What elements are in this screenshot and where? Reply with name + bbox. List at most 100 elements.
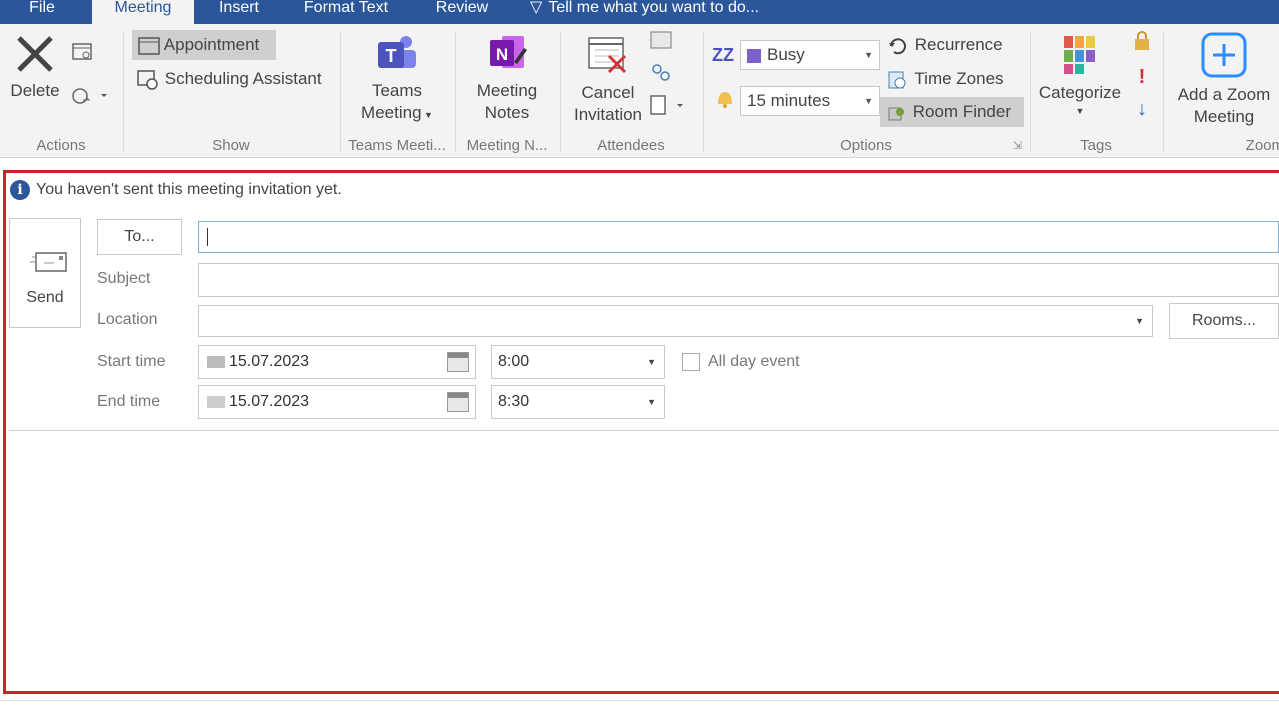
exclamation-icon: ! [1138, 66, 1146, 88]
scheduling-assistant-button[interactable]: Scheduling Assistant [132, 64, 336, 94]
tab-meeting[interactable]: Meeting [92, 0, 194, 24]
show-as-dropdown[interactable]: Busy ▼ [740, 40, 880, 70]
teams-glyph: T [386, 46, 397, 66]
room-finder-icon [888, 107, 904, 121]
group-meeting-notes: N Meeting Notes Meeting N... [456, 24, 558, 158]
check-names-icon [650, 95, 683, 115]
teams-line1: Teams [371, 81, 423, 100]
info-bar: i You haven't sent this meeting invitatio… [10, 178, 342, 202]
location-field[interactable]: ▼ [198, 305, 1153, 337]
scheduling-assistant-icon [137, 69, 158, 90]
room-finder-label: Room Finder [912, 102, 1011, 121]
tab-file[interactable]: File [14, 0, 70, 24]
tell-me-text: Tell me what you want to do... [548, 0, 760, 16]
start-date-field[interactable]: 15.07.2023 [198, 345, 476, 379]
message-body-editor[interactable] [9, 430, 1279, 686]
forward-button[interactable] [70, 86, 112, 116]
date-format-icon [207, 395, 225, 408]
delete-label: Delete [10, 81, 60, 100]
onenote-glyph: N [496, 45, 508, 64]
tell-me-search[interactable]: ▽ Tell me what you want to do... [530, 0, 800, 24]
rooms-button[interactable]: Rooms... [1169, 303, 1279, 339]
show-as-value: Busy [767, 45, 805, 64]
teams-meeting-button[interactable]: T Teams Meeting ▼ [347, 32, 447, 126]
high-importance-button[interactable]: ! [1129, 62, 1155, 92]
scheduling-assistant-label: Scheduling Assistant [164, 69, 322, 88]
start-time-dropdown[interactable]: 8:00 ▼ [491, 345, 665, 379]
low-importance-button[interactable]: ↓ [1129, 94, 1155, 124]
reminder-bell-icon [718, 92, 732, 108]
teams-icon: T [378, 36, 416, 68]
subject-field[interactable] [198, 263, 1279, 297]
chevron-down-icon: ▼ [647, 397, 656, 407]
categorize-label: Categorize [1038, 83, 1122, 102]
meeting-notes-line1: Meeting [476, 81, 538, 100]
chevron-down-icon: ▼ [647, 357, 656, 367]
forward-icon [72, 88, 107, 104]
ribbon: Delete Actions Appointment Scheduling As… [0, 24, 1279, 158]
group-teams: T Teams Meeting ▼ Teams Meeti... [341, 24, 453, 158]
location-label: Location [97, 311, 158, 328]
response-options-button[interactable] [649, 62, 677, 92]
time-zones-label: Time Zones [914, 69, 1004, 88]
lock-icon [1135, 31, 1149, 50]
cancel-invitation-button[interactable]: Cancel Invitation [565, 34, 651, 126]
categorize-button[interactable]: Categorize ▼ [1035, 34, 1125, 118]
appointment-button[interactable]: Appointment [132, 30, 276, 60]
chevron-down-icon[interactable]: ▼ [1135, 306, 1144, 336]
to-field[interactable] [198, 221, 1279, 253]
add-zoom-meeting-button[interactable]: Add a Zoom Meeting [1168, 32, 1279, 128]
dropdown-caret-icon: ▼ [421, 110, 433, 120]
tab-review[interactable]: Review [424, 0, 500, 24]
reminder-value: 15 minutes [747, 91, 831, 110]
group-label-meeting-notes: Meeting N... [466, 137, 548, 154]
tab-format-text[interactable]: Format Text [290, 0, 402, 24]
start-date-value: 15.07.2023 [229, 353, 310, 370]
delete-button[interactable]: Delete [6, 34, 64, 102]
address-book-icon [650, 31, 672, 49]
to-button[interactable]: To... [97, 219, 182, 255]
private-button[interactable] [1129, 30, 1155, 60]
group-label-zoom: Zoom [1245, 137, 1279, 154]
zoom-plus-icon [1201, 32, 1247, 78]
group-tags: Categorize ▼ ! ↓ Tags [1031, 24, 1161, 158]
send-button[interactable]: Send [9, 218, 81, 328]
time-zones-button[interactable]: Time Zones [882, 64, 1022, 94]
appointment-icon [138, 36, 160, 55]
send-label: Send [26, 289, 64, 306]
recurrence-button[interactable]: Recurrence [882, 30, 1022, 60]
recurrence-label: Recurrence [914, 35, 1003, 54]
end-time-value: 8:30 [498, 393, 530, 410]
meeting-notes-line2: Notes [484, 103, 530, 122]
tab-insert[interactable]: Insert [208, 0, 270, 24]
meeting-notes-button[interactable]: N Meeting Notes [462, 32, 552, 124]
status-divider [0, 700, 1279, 701]
onenote-icon: N [490, 36, 527, 68]
group-zoom: Add a Zoom Meeting Zoom [1164, 24, 1279, 158]
group-label-attendees: Attendees [597, 137, 665, 154]
address-book-button[interactable] [649, 30, 677, 60]
calendar-picker-icon[interactable] [447, 352, 469, 372]
dropdown-caret-icon: ▼ [1075, 106, 1085, 116]
group-label-teams: Teams Meeti... [348, 137, 446, 154]
group-show: Appointment Scheduling Assistant Show [124, 24, 338, 158]
time-zones-icon [888, 71, 906, 89]
group-label-tags: Tags [1080, 137, 1112, 154]
all-day-checkbox[interactable] [682, 353, 700, 371]
end-time-dropdown[interactable]: 8:30 ▼ [491, 385, 665, 419]
group-label-show: Show [212, 137, 250, 154]
cancel-invitation-line1: Cancel [581, 83, 635, 102]
text-cursor [207, 227, 208, 246]
reminder-dropdown[interactable]: 15 minutes ▼ [740, 86, 880, 116]
end-date-field[interactable]: 15.07.2023 [198, 385, 476, 419]
chevron-down-icon: ▼ [864, 50, 873, 60]
group-label-actions: Actions [36, 137, 86, 154]
cancel-invitation-icon [588, 37, 627, 74]
end-date-value: 15.07.2023 [229, 393, 310, 410]
room-finder-button[interactable]: Room Finder [880, 97, 1024, 127]
calendar-picker-icon[interactable] [447, 392, 469, 412]
end-time-label: End time [97, 393, 161, 410]
zoom-line1: Add a Zoom [1177, 85, 1271, 104]
calendar-view-button[interactable] [72, 42, 96, 72]
check-names-button[interactable] [649, 94, 689, 124]
